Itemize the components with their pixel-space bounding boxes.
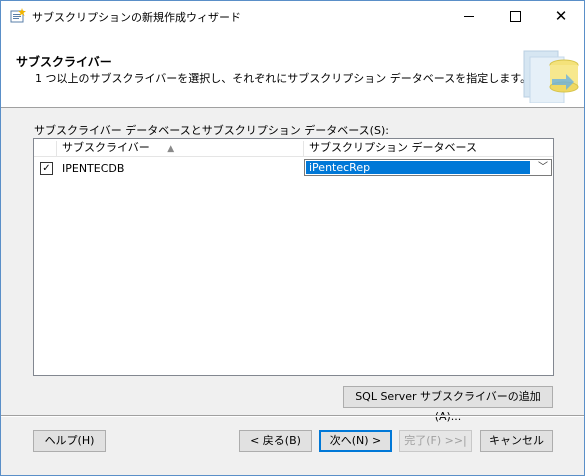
subscription-database-value: iPentecRep — [306, 161, 530, 174]
next-button[interactable]: 次へ(N) > — [319, 430, 392, 452]
chevron-down-icon[interactable]: ﹀ — [538, 160, 548, 175]
maximize-button[interactable] — [492, 1, 538, 31]
minimize-button[interactable] — [446, 1, 492, 31]
title-bar[interactable]: サブスクリプションの新規作成ウィザード ✕ — [1, 1, 584, 31]
table-row[interactable]: ✓ IPENTECDB iPentecRep ﹀ — [34, 158, 553, 178]
subscriber-grid[interactable]: サブスクライバー ▲ サブスクリプション データベース ✓ IPENTECDB … — [33, 138, 554, 376]
wizard-window: サブスクリプションの新規作成ウィザード ✕ サブスクライバー 1 つ以上のサブス… — [0, 0, 585, 476]
minimize-icon — [464, 15, 474, 17]
column-header-subscriber[interactable]: サブスクライバー ▲ — [57, 139, 303, 157]
cancel-button[interactable]: キャンセル — [480, 430, 553, 452]
finish-button: 完了(F) >>| — [399, 430, 472, 452]
subscriber-name: IPENTECDB — [62, 162, 125, 175]
grid-label: サブスクライバー データベースとサブスクリプション データベース(S): — [34, 124, 389, 137]
grid-header-check — [34, 139, 56, 157]
close-icon: ✕ — [554, 6, 568, 25]
subscription-database-select[interactable]: iPentecRep ﹀ — [304, 159, 552, 176]
footer-divider-highlight — [1, 416, 584, 417]
wizard-header: サブスクライバー 1 つ以上のサブスクライバーを選択し、それぞれにサブスクリプシ… — [1, 31, 584, 108]
help-button[interactable]: ヘルプ(H) — [33, 430, 106, 452]
wizard-icon — [10, 8, 26, 23]
sort-asc-icon: ▲ — [167, 144, 175, 154]
database-subscription-icon — [523, 50, 579, 103]
checkmark-icon: ✓ — [42, 163, 51, 174]
page-title: サブスクライバー — [16, 55, 112, 69]
close-button[interactable]: ✕ — [538, 1, 584, 31]
column-header-database-label: サブスクリプション データベース — [309, 141, 477, 154]
subscriber-checkbox[interactable]: ✓ — [40, 162, 53, 175]
maximize-icon — [509, 10, 521, 22]
column-header-subscriber-label: サブスクライバー — [62, 141, 150, 154]
back-button[interactable]: < 戻る(B) — [239, 430, 312, 452]
page-subtitle: 1 つ以上のサブスクライバーを選択し、それぞれにサブスクリプション データベース… — [35, 72, 532, 85]
add-subscriber-button[interactable]: SQL Server サブスクライバーの追加(A)... — [343, 386, 553, 423]
window-title: サブスクリプションの新規作成ウィザード — [32, 11, 241, 24]
column-header-database[interactable]: サブスクリプション データベース — [304, 139, 553, 157]
